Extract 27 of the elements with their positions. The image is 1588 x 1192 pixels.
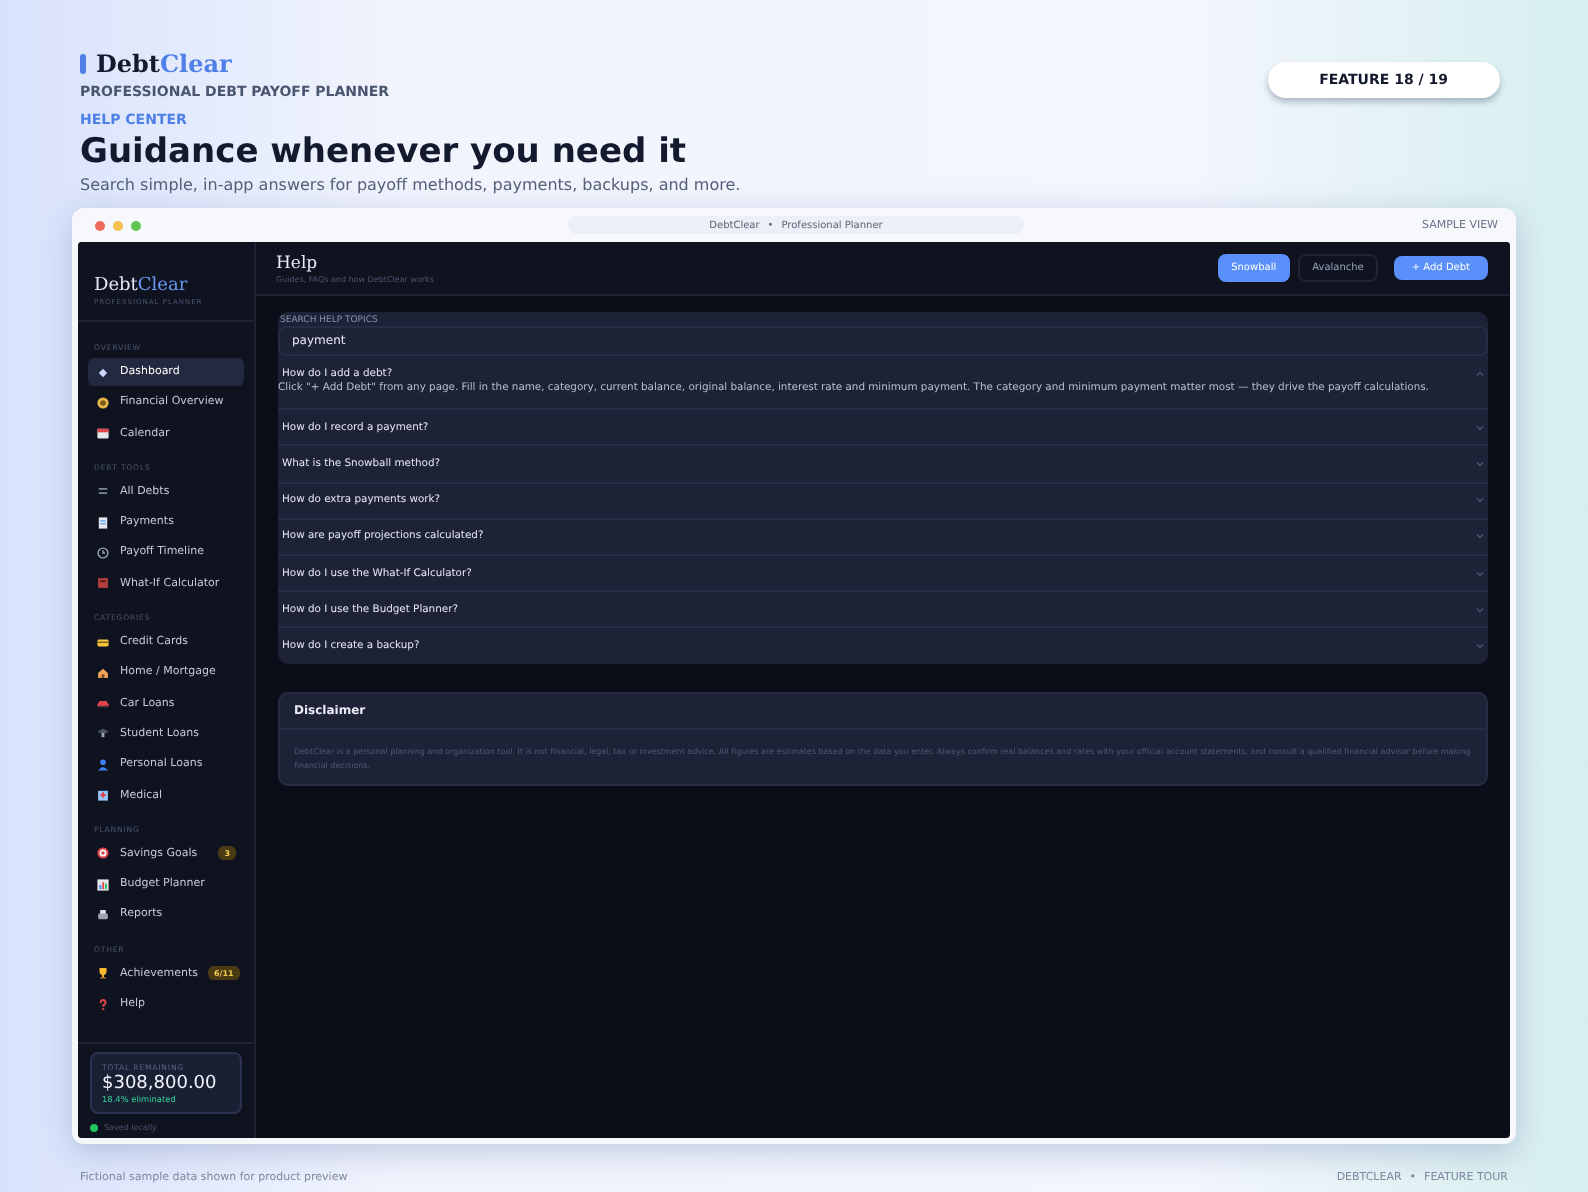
hospital-icon [96,788,110,803]
page-subheading: Search simple, in-app answers for payoff methods, payments, backups, and more. [80,176,741,194]
document-icon [96,515,110,530]
total-amount: $308,800.00 [102,1074,219,1094]
window-controls-icon[interactable] [94,219,142,231]
logo: DebtClear [94,276,188,296]
printer-icon [96,907,110,922]
bar-chart-icon [96,877,110,892]
calendar-icon [96,426,110,441]
page-title: Help [276,253,320,273]
logo: DebtClear [96,50,232,78]
target-icon [96,846,110,861]
trophy-icon [96,966,110,981]
clock-icon [96,545,110,560]
brand-mark-icon [80,54,86,74]
car-icon [96,696,110,711]
page-heading: Guidance whenever you need it [80,130,689,176]
person-icon [96,757,110,772]
question-mark-icon [96,997,110,1012]
house-icon [96,665,110,680]
coin-icon [96,395,110,410]
list-icon [96,484,110,499]
calculator-icon [96,576,110,591]
status-dot-icon [90,1123,98,1131]
card-icon [96,635,110,650]
diamond-icon [96,365,110,379]
graduation-cap-icon [96,726,110,741]
